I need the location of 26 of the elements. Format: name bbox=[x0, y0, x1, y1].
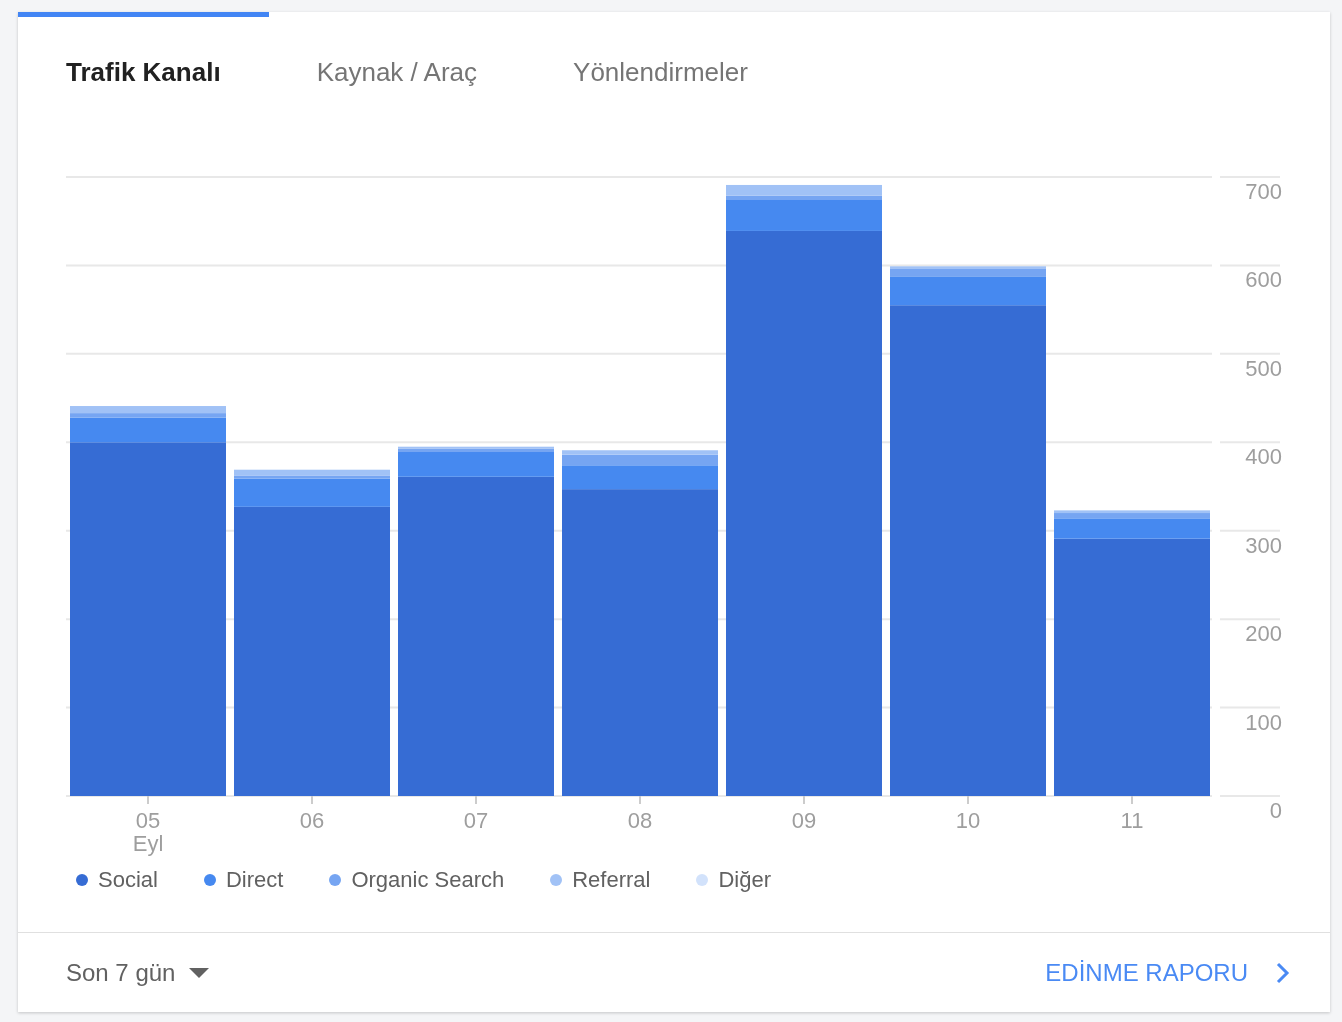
axis-label: 11 bbox=[1120, 808, 1144, 833]
legend-label: Social bbox=[98, 867, 158, 893]
tab[interactable]: Trafik Kanalı bbox=[18, 12, 269, 130]
legend-label: Referral bbox=[572, 867, 651, 893]
axis-label: 300 bbox=[1245, 532, 1282, 558]
legend-label: Direct bbox=[225, 867, 284, 893]
axis-label: 07 bbox=[463, 808, 489, 833]
period-dropdown[interactable]: Son 7 gün bbox=[66, 958, 210, 987]
tab[interactable]: Yönlendirmeler bbox=[525, 12, 796, 130]
axis-label: 0 bbox=[1269, 798, 1282, 823]
axis-label: 05 bbox=[135, 808, 161, 833]
axis-label: 400 bbox=[1245, 444, 1282, 470]
tab[interactable]: Kaynak / Araç bbox=[268, 12, 526, 130]
axis-label: 09 bbox=[791, 808, 817, 833]
report-link[interactable]: EDİNME RAPORU bbox=[1045, 958, 1290, 987]
axis-label: 08 bbox=[627, 808, 653, 833]
legend-label: Diğer bbox=[718, 867, 772, 893]
month-label: Eyl bbox=[132, 831, 164, 856]
axis-label: 200 bbox=[1245, 621, 1282, 647]
axis-label: 700 bbox=[1245, 179, 1282, 204]
axis-label: 100 bbox=[1245, 709, 1282, 735]
axis-label: 06 bbox=[299, 808, 325, 833]
legend-label: Organic Search bbox=[351, 867, 505, 893]
axis-label: 600 bbox=[1245, 267, 1282, 293]
axis-label: 10 bbox=[955, 808, 981, 833]
axis-label: 500 bbox=[1245, 355, 1282, 381]
